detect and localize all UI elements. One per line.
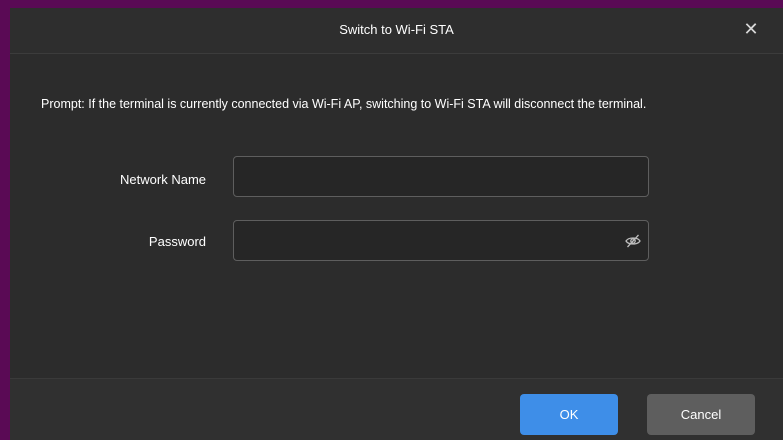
network-name-label: Network Name bbox=[120, 172, 206, 187]
password-field-box bbox=[233, 220, 649, 261]
dialog-title: Switch to Wi-Fi STA bbox=[339, 22, 454, 37]
network-name-field-box bbox=[233, 156, 649, 197]
close-icon[interactable]: ✕ bbox=[741, 19, 761, 39]
dialog-footer: OK Cancel bbox=[10, 378, 783, 440]
ok-button[interactable]: OK bbox=[520, 394, 618, 435]
switch-wifi-dialog: Switch to Wi-Fi STA ✕ Prompt: If the ter… bbox=[10, 8, 783, 440]
password-input[interactable] bbox=[234, 221, 648, 260]
prompt-text: Prompt: If the terminal is currently con… bbox=[41, 97, 647, 111]
eye-off-icon[interactable] bbox=[624, 232, 642, 250]
network-name-input[interactable] bbox=[234, 157, 648, 196]
cancel-button[interactable]: Cancel bbox=[647, 394, 755, 435]
dialog-titlebar: Switch to Wi-Fi STA ✕ bbox=[10, 8, 783, 54]
password-label: Password bbox=[148, 234, 206, 249]
